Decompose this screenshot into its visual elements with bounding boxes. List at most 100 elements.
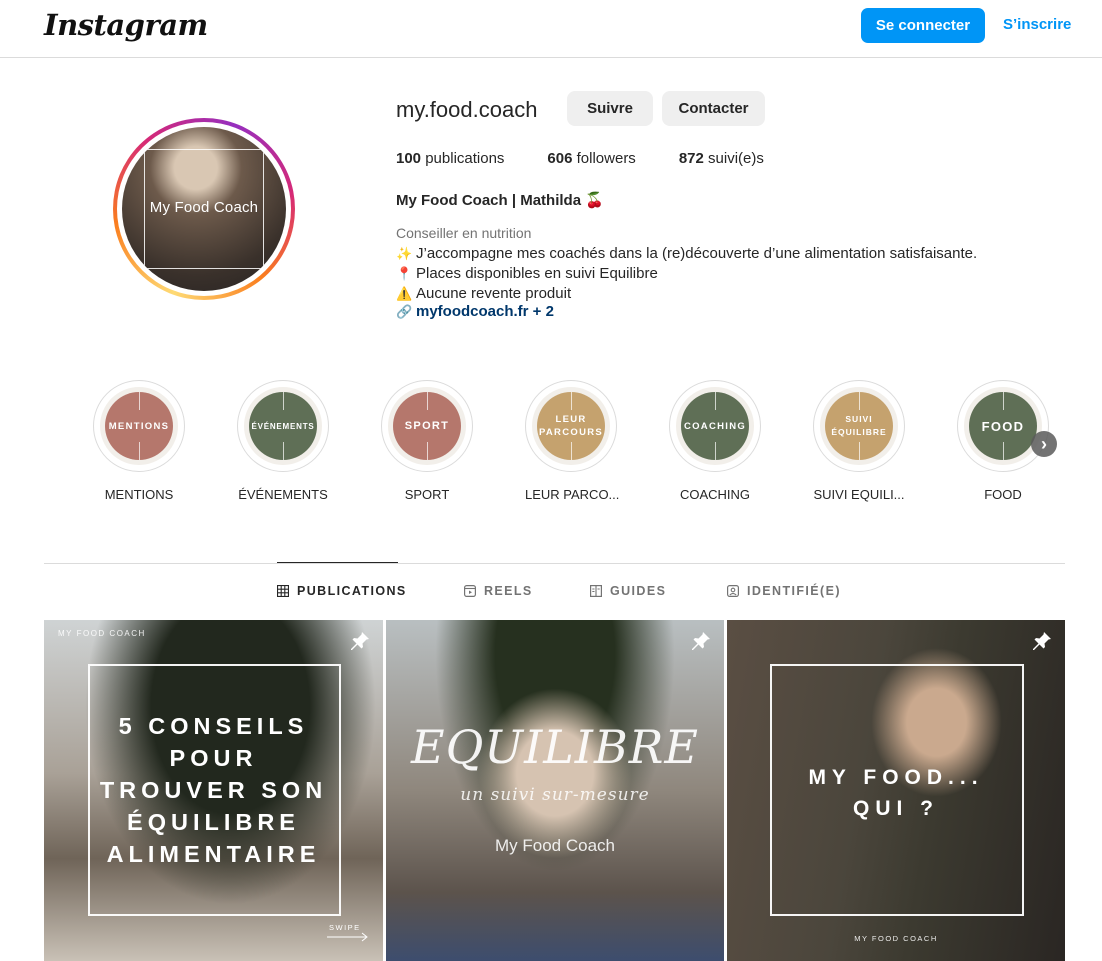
avatar-text: My Food Coach bbox=[149, 199, 259, 216]
guides-icon bbox=[590, 585, 603, 598]
highlight-ring: LEUR PARCOURS bbox=[525, 380, 617, 472]
highlight-mentions[interactable]: MENTIONS MENTIONS bbox=[93, 380, 185, 502]
post-brand-label: MY FOOD COACH bbox=[58, 629, 146, 638]
tab-label: GUIDES bbox=[610, 584, 667, 598]
post-title: MY FOOD... QUI ? bbox=[808, 766, 984, 820]
bio-text: J’accompagne mes coachés dans la (re)déc… bbox=[416, 245, 978, 262]
highlight-cover-bg: MENTIONS bbox=[100, 387, 178, 465]
pin-icon bbox=[1031, 630, 1053, 652]
top-navigation-bar: Instagram Se connecter S’inscrire bbox=[0, 0, 1102, 58]
story-highlights: MENTIONS MENTIONS ÉVÉNEMENTS ÉVÉNEMENTS … bbox=[0, 380, 1102, 505]
website-link-text: myfoodcoach.fr + 2 bbox=[416, 303, 554, 320]
pin-icon bbox=[690, 630, 712, 652]
highlight-cover-bg: SPORT bbox=[388, 387, 466, 465]
publications-number: 100 bbox=[396, 150, 422, 167]
profile-category: Conseiller en nutrition bbox=[396, 225, 532, 241]
arrow-right-icon bbox=[327, 932, 368, 942]
instagram-logo[interactable]: Instagram bbox=[44, 8, 208, 42]
chevron-right-icon[interactable]: › bbox=[1031, 431, 1057, 457]
highlight-label: SPORT bbox=[404, 487, 450, 502]
followers-label: followers bbox=[576, 150, 636, 167]
highlight-coaching[interactable]: COACHING COACHING bbox=[669, 380, 761, 502]
highlight-label: ÉVÉNEMENTS bbox=[238, 487, 328, 502]
publications-count: 100 publications bbox=[396, 150, 504, 167]
highlight-leur-parcours[interactable]: LEUR PARCOURS LEUR PARCO... bbox=[525, 380, 620, 502]
highlight-cover-bg: ÉVÉNEMENTS bbox=[244, 387, 322, 465]
tab-label: IDENTIFIÉ(E) bbox=[747, 584, 841, 598]
tab-publications[interactable]: PUBLICATIONS bbox=[276, 584, 407, 598]
highlight-cover-bg: LEUR PARCOURS bbox=[532, 387, 610, 465]
pin-icon: 📍 bbox=[396, 266, 413, 281]
bio-line: ✨ J’accompagne mes coachés dans la (re)dé… bbox=[396, 244, 977, 264]
profile-website-link[interactable]: 🔗 myfoodcoach.fr + 2 bbox=[396, 303, 554, 320]
post-title: 5 CONSEILS POUR TROUVER SON ÉQUILIBRE AL… bbox=[99, 713, 328, 867]
following-number: 872 bbox=[678, 150, 704, 167]
highlight-cover-bg: COACHING bbox=[676, 387, 754, 465]
tab-reels[interactable]: REELS bbox=[464, 584, 533, 598]
highlight-ring: SPORT bbox=[381, 380, 473, 472]
highlight-cover-bg: FOOD bbox=[964, 387, 1042, 465]
reels-icon bbox=[464, 585, 477, 598]
highlight-cover-text: FOOD bbox=[969, 392, 1037, 460]
warning-icon: ⚠️ bbox=[396, 286, 413, 301]
follow-button[interactable]: Suivre bbox=[567, 91, 653, 126]
highlight-label: MENTIONS bbox=[104, 487, 174, 502]
contact-button[interactable]: Contacter bbox=[662, 91, 765, 126]
highlight-cover-text: SPORT bbox=[393, 392, 461, 460]
highlight-cover-text: MENTIONS bbox=[105, 392, 173, 460]
bio-text: Places disponibles en suivi Equilibre bbox=[416, 265, 658, 282]
login-button[interactable]: Se connecter bbox=[861, 8, 985, 43]
active-tab-indicator bbox=[277, 562, 398, 563]
pin-icon bbox=[349, 630, 371, 652]
tab-guides[interactable]: GUIDES bbox=[590, 584, 666, 598]
profile-fullname: My Food Coach | Mathilda 🍒 bbox=[396, 192, 604, 209]
following-label: suivi(e)s bbox=[708, 150, 764, 167]
followers-number: 606 bbox=[547, 150, 573, 167]
post-title: EQUILIBRE bbox=[411, 720, 699, 774]
profile-stats: 100 publications 606 followers 872 suivi… bbox=[396, 150, 807, 167]
bio-text: Aucune revente produit bbox=[416, 285, 572, 302]
profile-username: my.food.coach bbox=[396, 97, 538, 122]
highlight-sport[interactable]: SPORT SPORT bbox=[381, 380, 473, 502]
followers-count[interactable]: 606 followers bbox=[547, 150, 635, 167]
swipe-label: SWIPE bbox=[329, 923, 361, 932]
post-subtitle: un suivi sur-mesure bbox=[460, 785, 650, 805]
highlight-ring: COACHING bbox=[669, 380, 761, 472]
highlight-evenements[interactable]: ÉVÉNEMENTS ÉVÉNEMENTS bbox=[237, 380, 329, 502]
highlight-cover-bg: SUIVI ÉQUILIBRE bbox=[820, 387, 898, 465]
highlight-label: LEUR PARCO... bbox=[525, 487, 620, 502]
post-brand-label: MY FOOD COACH bbox=[854, 934, 938, 943]
profile-bio: ✨ J’accompagne mes coachés dans la (re)dé… bbox=[396, 244, 977, 304]
highlight-suivi-equilibre[interactable]: SUIVI ÉQUILIBRE SUIVI EQUILI... bbox=[813, 380, 905, 502]
post-brand-label: My Food Coach bbox=[495, 836, 615, 855]
post-tile[interactable]: EQUILIBRE un suivi sur-mesure My Food Co… bbox=[386, 620, 724, 961]
highlight-label: COACHING bbox=[679, 487, 751, 502]
avatar-image: My Food Coach bbox=[122, 127, 286, 291]
highlight-cover-text: ÉVÉNEMENTS bbox=[249, 392, 317, 460]
sparkles-icon: ✨ bbox=[396, 246, 413, 261]
highlight-cover-text: COACHING bbox=[681, 392, 749, 460]
highlight-ring: MENTIONS bbox=[93, 380, 185, 472]
tab-tagged[interactable]: IDENTIFIÉ(E) bbox=[727, 584, 841, 598]
grid-icon bbox=[276, 584, 290, 598]
profile-avatar[interactable]: My Food Coach bbox=[113, 118, 295, 300]
tabs-divider bbox=[44, 563, 1065, 564]
bio-line: ⚠️ Aucune revente produit bbox=[396, 284, 977, 304]
highlight-ring: ÉVÉNEMENTS bbox=[237, 380, 329, 472]
tagged-icon bbox=[727, 585, 740, 598]
tab-label: PUBLICATIONS bbox=[297, 584, 407, 598]
post-tile[interactable]: MY FOOD COACH 5 CONSEILS POUR TROUVER SO… bbox=[44, 620, 383, 961]
avatar-gap: My Food Coach bbox=[117, 122, 291, 296]
highlight-ring: FOOD bbox=[957, 380, 1049, 472]
highlight-cover-text: SUIVI ÉQUILIBRE bbox=[825, 392, 893, 460]
highlight-cover-text: LEUR PARCOURS bbox=[537, 392, 605, 460]
highlight-label: FOOD bbox=[984, 487, 1022, 502]
publications-label: publications bbox=[425, 150, 505, 167]
signup-link[interactable]: S’inscrire bbox=[1003, 16, 1071, 33]
highlight-ring: SUIVI ÉQUILIBRE bbox=[813, 380, 905, 472]
post-tile[interactable]: MY FOOD... QUI ? MY FOOD COACH bbox=[727, 620, 1065, 961]
highlight-label: SUIVI EQUILI... bbox=[813, 487, 905, 502]
link-icon: 🔗 bbox=[396, 304, 413, 319]
following-count[interactable]: 872 suivi(e)s bbox=[679, 150, 764, 167]
tab-label: REELS bbox=[484, 584, 533, 598]
